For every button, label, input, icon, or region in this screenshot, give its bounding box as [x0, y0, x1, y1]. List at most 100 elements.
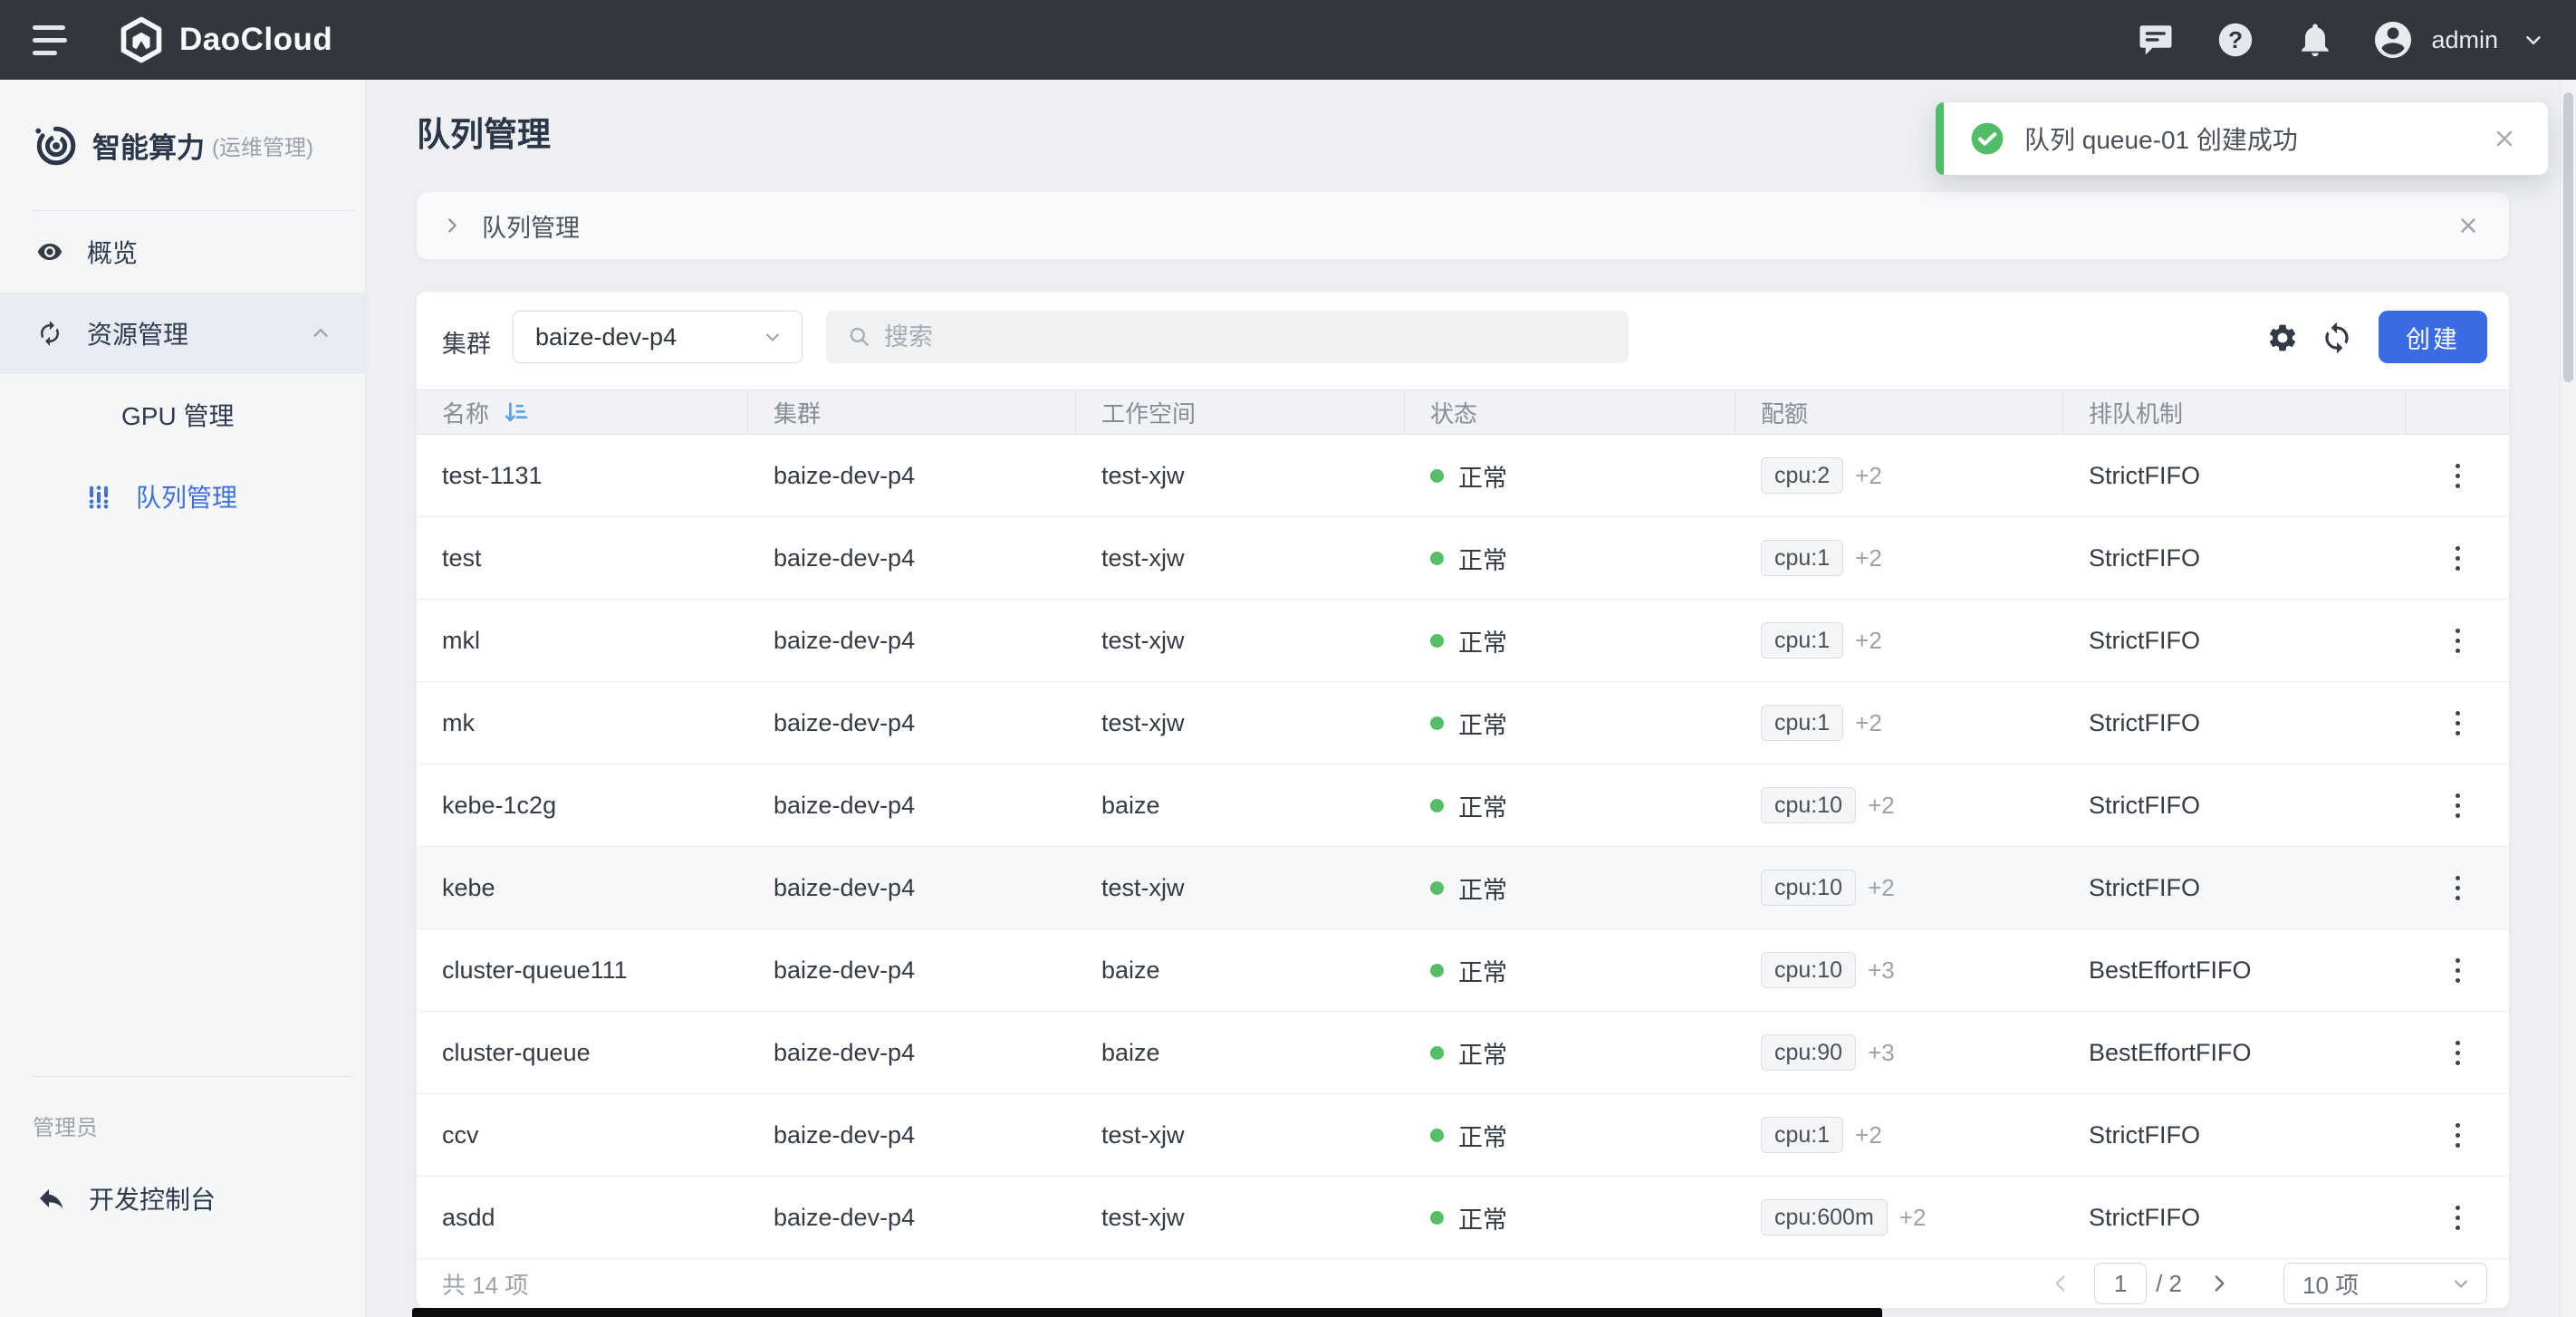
workspace-cell: baize [1076, 1012, 1405, 1093]
mechanism-cell: StrictFIFO [2063, 682, 2406, 764]
status-cell: 正常 [1405, 600, 1735, 681]
queue-name-cell: kebe-1c2g [417, 764, 748, 846]
status-dot-icon [1430, 634, 1444, 648]
notifications-bell-icon[interactable] [2295, 20, 2335, 60]
page-number-input[interactable] [2094, 1263, 2147, 1304]
quota-cell: cpu:90 +3 [1735, 1012, 2063, 1093]
mechanism-cell: StrictFIFO [2063, 517, 2406, 599]
cluster-select[interactable]: baize-dev-p4 [513, 311, 803, 363]
breadcrumb-tab[interactable]: 队列管理 [417, 192, 2509, 259]
chevron-down-icon [762, 326, 783, 348]
toast-message: 队列 queue-01 创建成功 [2024, 120, 2298, 157]
page-scrollbar-thumb[interactable] [2563, 92, 2573, 382]
quota-extra: +2 [1855, 1121, 1882, 1149]
product-name: 智能算力 [92, 125, 205, 166]
row-actions-kebab-icon[interactable] [2437, 1033, 2477, 1072]
bottom-bar [412, 1308, 1882, 1317]
table-row[interactable]: kebe-1c2gbaize-dev-p4baize正常cpu:10+2Stri… [417, 764, 2509, 847]
actions-cell [2406, 847, 2509, 928]
search-box [826, 311, 1629, 363]
page-scrollbar-track [2560, 80, 2576, 1317]
queue-name-cell: mk [417, 682, 748, 764]
table-row[interactable]: kebebaize-dev-p4test-xjw正常cpu:10+2Strict… [417, 847, 2509, 929]
sidebar-item-overview[interactable]: 概览 [0, 211, 365, 293]
column-header-actions [2406, 390, 2509, 434]
success-toast: 队列 queue-01 创建成功 [1936, 102, 2548, 175]
page-size-select[interactable]: 10 项 [2283, 1263, 2487, 1304]
table-row[interactable]: mklbaize-dev-p4test-xjw正常cpu:1+2StrictFI… [417, 600, 2509, 682]
quota-cell: cpu:10+3 [1735, 929, 2063, 1011]
table-row[interactable]: test-1131baize-dev-p4test-xjw正常cpu:2+2St… [417, 435, 2509, 517]
sidebar-section-label: 管理员 [0, 1110, 365, 1141]
workspace-cell: test-xjw [1076, 517, 1405, 599]
queue-table-card: 集群 baize-dev-p4 创建 名称 [417, 292, 2509, 1308]
row-actions-kebab-icon[interactable] [2437, 1197, 2477, 1237]
prev-page-icon[interactable] [2047, 1272, 2074, 1295]
sidebar-item-gpu-management[interactable]: GPU 管理 [0, 374, 365, 456]
table-header: 名称 集群 工作空间 状态 配额 排队机制 [417, 389, 2509, 435]
table-row[interactable]: asddbaize-dev-p4test-xjw正常cpu:600m+2Stri… [417, 1177, 2509, 1259]
avatar [2371, 18, 2415, 62]
next-page-icon[interactable] [2206, 1272, 2233, 1295]
quota-extra: +2 [1855, 462, 1882, 490]
row-actions-kebab-icon[interactable] [2437, 620, 2477, 660]
quota-badge: cpu:1 [1761, 705, 1843, 741]
table-row[interactable]: cluster-queue111baize-dev-p4baize正常cpu:1… [417, 929, 2509, 1012]
quota-extra: +3 [1868, 957, 1895, 985]
row-actions-kebab-icon[interactable] [2437, 456, 2477, 495]
brand-name: DaoCloud [179, 22, 332, 58]
hamburger-menu-icon[interactable] [33, 25, 74, 55]
main-content: 队列管理 队列管理 集群 baize-dev-p4 创建 [366, 80, 2576, 1317]
actions-cell [2406, 764, 2509, 846]
search-input[interactable] [884, 323, 1572, 351]
queue-name-cell: test [417, 517, 748, 599]
breadcrumb-close-icon[interactable] [2456, 214, 2480, 237]
cluster-cell: baize-dev-p4 [748, 1094, 1076, 1176]
quota-badge: cpu:600m [1761, 1199, 1888, 1235]
row-actions-kebab-icon[interactable] [2437, 538, 2477, 578]
quota-extra: +3 [1868, 1039, 1895, 1067]
back-arrow-icon [36, 1184, 65, 1213]
username: admin [2431, 26, 2498, 54]
toast-close-icon[interactable] [2492, 126, 2517, 151]
quota-badge: cpu:1 [1761, 540, 1843, 576]
product-header: 智能算力 (运维管理) [0, 80, 365, 210]
actions-cell [2406, 929, 2509, 1011]
row-actions-kebab-icon[interactable] [2437, 1115, 2477, 1155]
quota-cell: cpu:2+2 [1735, 435, 2063, 516]
actions-cell [2406, 1094, 2509, 1176]
table-row[interactable]: ccvbaize-dev-p4test-xjw正常cpu:1+2StrictFI… [417, 1094, 2509, 1177]
daocloud-cube-icon [118, 16, 165, 63]
table-row[interactable]: cluster-queuebaize-dev-p4baize正常cpu:90+3… [417, 1012, 2509, 1094]
sidebar-item-dev-console[interactable]: 开发控制台 [0, 1158, 365, 1239]
row-actions-kebab-icon[interactable] [2437, 703, 2477, 743]
queue-name-cell: kebe [417, 847, 748, 928]
table-row[interactable]: testbaize-dev-p4test-xjw正常cpu:1+2StrictF… [417, 517, 2509, 600]
quota-cell: cpu:1+2 [1735, 682, 2063, 764]
workspace-cell: test-xjw [1076, 1094, 1405, 1176]
quota-badge: cpu:1 [1761, 622, 1843, 658]
check-circle-icon [1970, 121, 2004, 156]
sort-icon[interactable] [502, 399, 529, 426]
eye-icon [36, 238, 63, 265]
create-button[interactable]: 创建 [2379, 311, 2487, 363]
quota-badge: cpu:90 [1761, 1034, 1856, 1071]
row-actions-kebab-icon[interactable] [2437, 868, 2477, 908]
sidebar-item-queue-management[interactable]: 队列管理 [0, 456, 365, 537]
quota-extra: +2 [1868, 792, 1895, 820]
table-footer: 共 14 项 / 2 10 项 [417, 1259, 2509, 1308]
messages-icon[interactable] [2136, 20, 2176, 60]
cluster-cell: baize-dev-p4 [748, 929, 1076, 1011]
sidebar-item-resource-management[interactable]: 资源管理 [0, 293, 365, 374]
chevron-right-icon [442, 216, 462, 236]
help-icon[interactable]: ? [2216, 20, 2255, 60]
refresh-icon[interactable] [2319, 320, 2355, 356]
row-actions-kebab-icon[interactable] [2437, 950, 2477, 990]
queue-name-cell: cluster-queue111 [417, 929, 748, 1011]
row-actions-kebab-icon[interactable] [2437, 785, 2477, 825]
settings-gear-icon[interactable] [2264, 320, 2301, 356]
status-dot-icon [1430, 1046, 1444, 1060]
workspace-cell: baize [1076, 764, 1405, 846]
table-row[interactable]: mkbaize-dev-p4test-xjw正常cpu:1+2StrictFIF… [417, 682, 2509, 764]
user-menu[interactable]: admin [2371, 18, 2545, 62]
